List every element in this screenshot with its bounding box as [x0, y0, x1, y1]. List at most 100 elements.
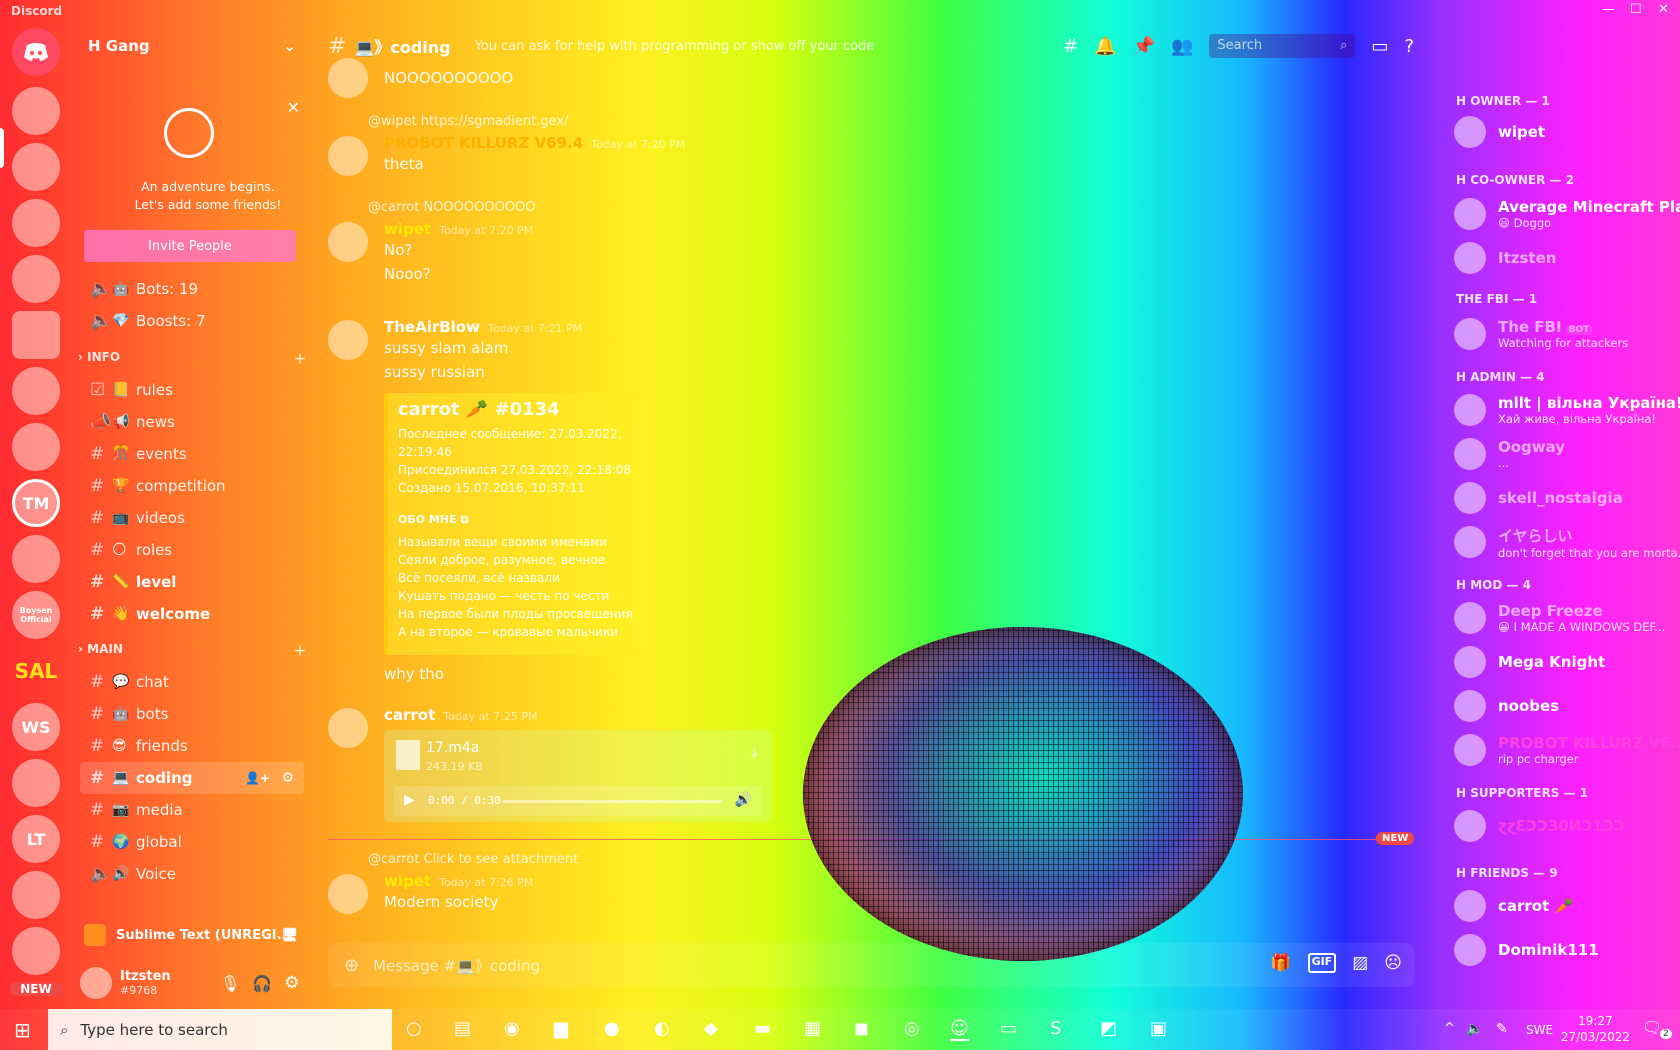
member-item[interactable]: ɀɀƐƆƆ30ИƆ1ƆƆ	[1454, 806, 1674, 846]
member-item[interactable]: PROBOT KILLURZ V6... rip pc charger	[1454, 730, 1680, 770]
channel-news[interactable]: 📣 📢 news	[80, 406, 304, 438]
gift-icon[interactable]: 🎁	[1270, 953, 1291, 973]
language-indicator[interactable]: SWE	[1526, 1023, 1553, 1037]
member-item[interactable]: Deep Freeze 😀 I MADE A WINDOWS DEF...	[1454, 598, 1674, 638]
author-name[interactable]: wipet	[384, 220, 431, 238]
channel-welcome[interactable]: # 👋 welcome	[80, 598, 304, 630]
avatar[interactable]	[328, 58, 368, 98]
taskbar-search-input[interactable]: ⌕ Type here to search	[48, 1009, 392, 1050]
guild-icon[interactable]	[12, 927, 60, 975]
author-name[interactable]: wipet	[384, 872, 431, 890]
member-item[interactable]: mllt | вільна Україна! Хай живе, вільна У…	[1454, 390, 1680, 430]
guild-icon[interactable]	[12, 367, 60, 415]
guild-icon[interactable]	[12, 87, 60, 135]
threads-icon[interactable]: #	[1063, 36, 1078, 57]
terminal-icon[interactable]: ▭	[1000, 1018, 1017, 1039]
cortana-icon[interactable]: ○	[406, 1018, 422, 1039]
minecraft-icon[interactable]: ◼	[854, 1018, 869, 1039]
add-channel-icon[interactable]: ＋	[294, 350, 306, 367]
gear-icon[interactable]: ⚙	[281, 770, 294, 786]
guild-icon[interactable]: Boysen Official	[12, 591, 60, 639]
maximize-icon[interactable]: ☐	[1630, 2, 1642, 17]
add-channel-icon[interactable]: ＋	[294, 642, 306, 659]
reply-preview[interactable]: @carrot NOOOOOOOOOO	[368, 200, 536, 215]
guild-icon[interactable]	[12, 423, 60, 471]
member-item[interactable]: carrot 🥕	[1454, 886, 1674, 926]
attachment-filename[interactable]: 17.m4a	[426, 740, 479, 756]
guild-icon[interactable]: SAL	[12, 647, 60, 695]
clock[interactable]: 19:27 27/03/2022	[1561, 1013, 1630, 1045]
sublime-taskbar-icon[interactable]: S	[1050, 1018, 1061, 1039]
invite-member-icon[interactable]: 👤+	[245, 771, 270, 785]
discord-taskbar-icon[interactable]: ☺	[950, 1018, 969, 1041]
avatar[interactable]	[328, 136, 368, 176]
sticker-icon[interactable]: ▨	[1352, 953, 1368, 973]
play-icon[interactable]: ▶	[404, 792, 415, 808]
guild-icon[interactable]: TM	[12, 479, 60, 527]
invite-people-button[interactable]: Invite People	[84, 230, 296, 262]
category-main[interactable]: › MAIN ＋	[78, 642, 306, 659]
channel-videos[interactable]: # 📺 videos	[80, 502, 304, 534]
channel-bots[interactable]: # 🤖 bots	[80, 698, 304, 730]
store-icon[interactable]: ▦	[804, 1018, 821, 1039]
members-icon[interactable]: 👥	[1171, 36, 1193, 57]
mute-mic-icon[interactable]: 🎙	[220, 974, 240, 993]
member-item[interactable]: noobes	[1454, 686, 1674, 726]
download-icon[interactable]: ⤓	[751, 742, 758, 762]
channel-level[interactable]: # 📏 level	[80, 566, 304, 598]
volume-icon[interactable]: 🔊	[735, 792, 752, 808]
app-icon[interactable]: ●	[604, 1018, 620, 1039]
chevron-up-icon[interactable]: ^	[1444, 1021, 1455, 1036]
guild-icon[interactable]: WS	[12, 703, 60, 751]
author-name[interactable]: PROBOT KILLURZ V69.4	[384, 134, 583, 152]
app-icon[interactable]: ◉	[504, 1018, 520, 1039]
category-info[interactable]: › INFO ＋	[78, 350, 306, 367]
member-item[interactable]: The FBI BOT Watching for attackers	[1454, 314, 1674, 354]
channel-roles[interactable]: # 🌕 roles	[80, 534, 304, 566]
member-item[interactable]: Mega Knight	[1454, 642, 1674, 682]
channel-competition[interactable]: # 🏆 competition	[80, 470, 304, 502]
member-item[interactable]: Dominik111	[1454, 930, 1674, 970]
member-item[interactable]: wipet	[1454, 112, 1674, 152]
member-item[interactable]: Average Minecraft Pla...😃 Doggo	[1454, 194, 1680, 234]
member-item[interactable]: Oogway...	[1454, 434, 1674, 474]
close-window-icon[interactable]: ✕	[1658, 2, 1669, 17]
channel-events[interactable]: # 🎊 events	[80, 438, 304, 470]
guild-icon[interactable]	[12, 199, 60, 247]
task-view-icon[interactable]: ▤	[454, 1018, 471, 1039]
file-explorer-icon[interactable]: ▆	[554, 1018, 568, 1039]
add-attachment-icon[interactable]: ⊕	[344, 955, 359, 976]
app-icon[interactable]: ◩	[1100, 1018, 1117, 1039]
pin-icon[interactable]: 📌	[1133, 36, 1155, 57]
server-header[interactable]: H Gang ⌄	[72, 22, 312, 70]
reply-preview[interactable]: @carrot Click to see attachment	[368, 852, 578, 867]
channel-friends[interactable]: # 😎 friends	[80, 730, 304, 762]
channel-bots-count[interactable]: 🔈 🤖 Bots: 19	[80, 273, 304, 305]
app-icon[interactable]: ◆	[704, 1018, 718, 1039]
member-item[interactable]: skell_nostalgia	[1454, 478, 1674, 518]
guild-icon[interactable]	[12, 143, 60, 191]
inbox-icon[interactable]: ▭	[1371, 36, 1388, 57]
app-icon[interactable]: ▣	[1150, 1018, 1167, 1039]
bell-icon[interactable]: 🔔	[1094, 36, 1116, 57]
author-name[interactable]: carrot	[384, 706, 435, 724]
app-icon[interactable]: ▬	[754, 1018, 771, 1039]
guild-icon[interactable]	[12, 311, 60, 359]
reply-preview[interactable]: @wipet https://sgmadient.gex/	[368, 114, 568, 129]
avatar[interactable]	[328, 320, 368, 360]
member-item[interactable]: Itzsten	[1454, 238, 1674, 278]
discord-home-icon[interactable]	[12, 28, 60, 76]
channel-boosts-count[interactable]: 🔈 💎 Boosts: 7	[80, 305, 304, 337]
channel-chat[interactable]: # 💬 chat	[80, 666, 304, 698]
guild-icon[interactable]	[12, 255, 60, 303]
channel-global[interactable]: # 🌍 global	[80, 826, 304, 858]
windows-start-icon[interactable]: ⊞	[14, 1018, 31, 1042]
gif-icon[interactable]: GIF	[1307, 953, 1337, 973]
activity-bar[interactable]: Sublime Text (UNREGI... 🖥	[72, 915, 312, 955]
avatar[interactable]	[328, 874, 368, 914]
channel-topic[interactable]: You can ask for help with programming or…	[475, 39, 875, 54]
settings-gear-icon[interactable]: ⚙	[284, 973, 299, 993]
channel-voice[interactable]: 🔈 🔊 Voice	[80, 858, 304, 890]
guild-icon[interactable]: LT	[12, 815, 60, 863]
app-icon[interactable]: ◐	[654, 1018, 670, 1039]
